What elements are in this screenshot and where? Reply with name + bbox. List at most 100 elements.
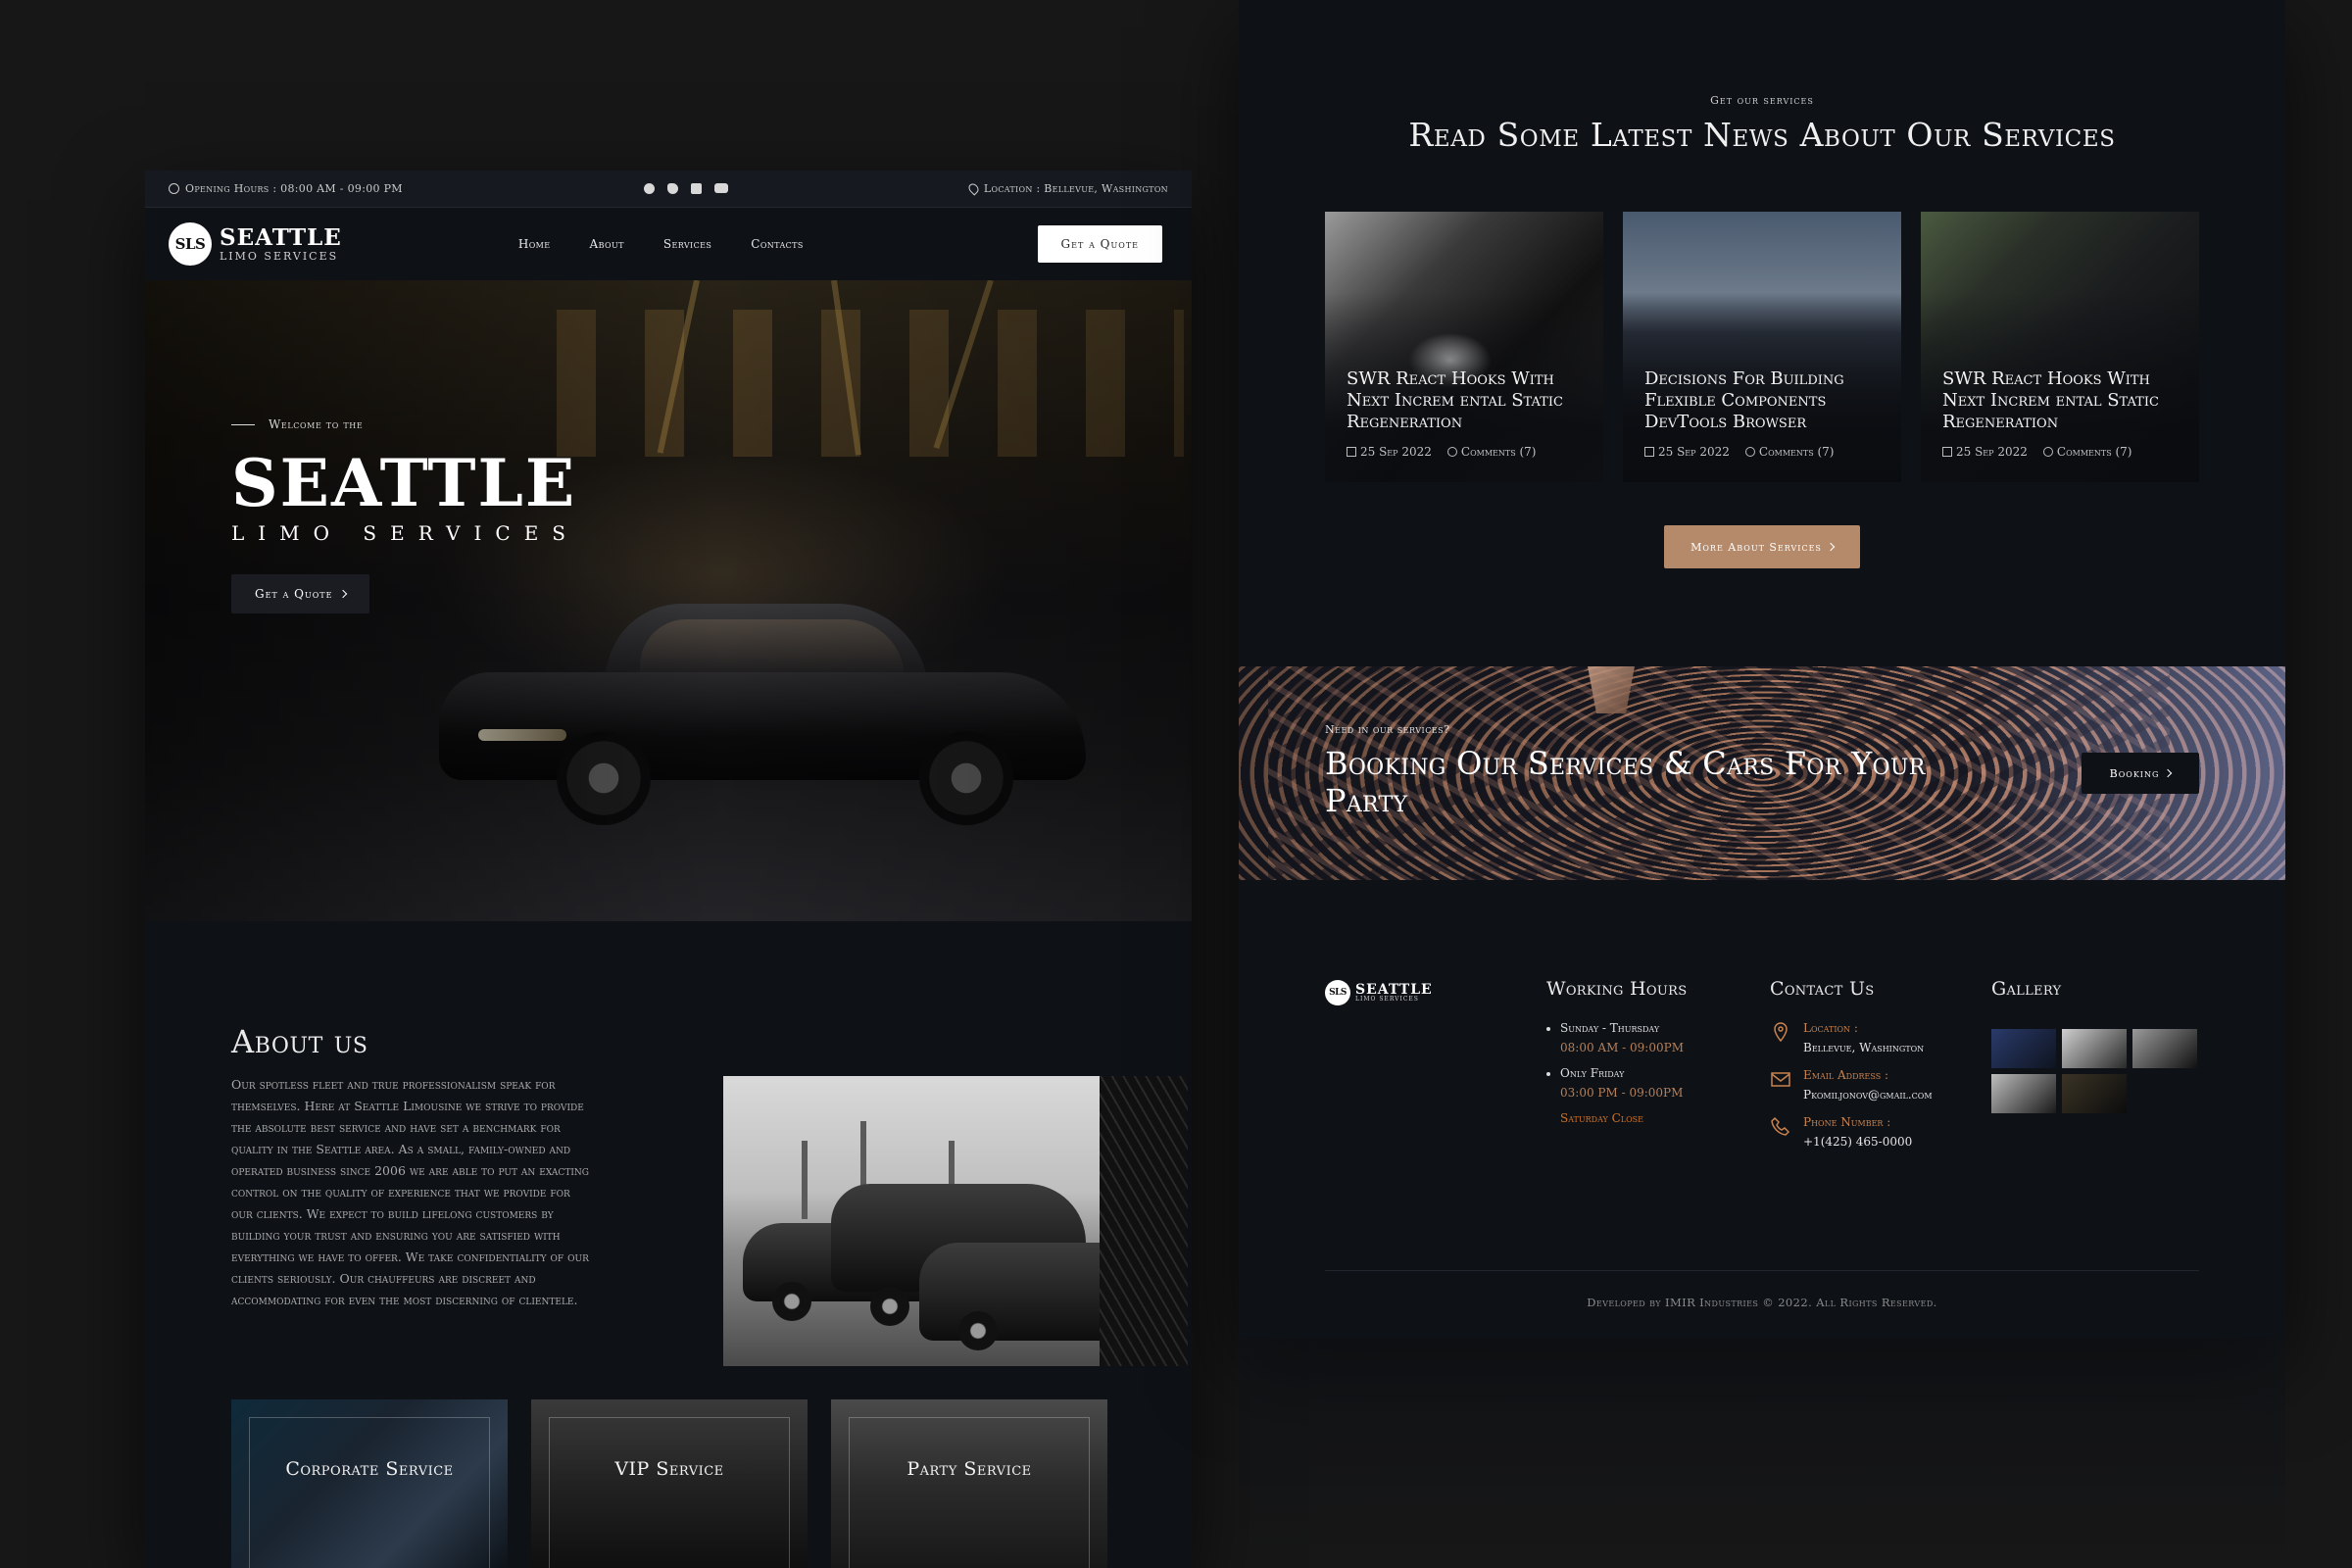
logo-mark: SLS (1325, 980, 1350, 1005)
youtube-icon[interactable] (713, 183, 728, 193)
booking-banner: Need in our services? Booking Our Servic… (1239, 666, 2285, 880)
brand-name: SEATTLE (1355, 982, 1433, 998)
contact-email: Email Address : Pkomiljonov@gmail.com (1770, 1068, 1933, 1102)
calendar-icon (1347, 447, 1356, 457)
instagram-icon[interactable] (690, 183, 702, 194)
news-card[interactable]: SWR React Hooks With Next Increm ental S… (1325, 212, 1603, 482)
nav-contacts[interactable]: Contacts (751, 237, 804, 251)
hero-welcome-text: Welcome to the (269, 417, 364, 431)
booking-title: Booking Our Services & Cars For Your Par… (1325, 745, 1926, 819)
gallery-heading: Gallery (1991, 978, 2062, 1000)
twitter-icon[interactable] (666, 183, 678, 194)
contact-label: Location : (1803, 1021, 1858, 1035)
news-card-comments[interactable]: Comments (7) (1446, 445, 1536, 459)
news-card[interactable]: Decisions For Building Flexible Componen… (1623, 212, 1901, 482)
hero-quote-button[interactable]: Get a Quote (231, 574, 370, 613)
about-body: Our spotless fleet and true professional… (231, 1077, 589, 1307)
service-card-label: VIP Service (614, 1458, 724, 1480)
service-card-label: Party Service (906, 1458, 1032, 1480)
calendar-icon (1644, 447, 1654, 457)
hero-welcome: Welcome to the (231, 417, 579, 431)
nav-home[interactable]: Home (518, 237, 551, 251)
nav-services[interactable]: Services (663, 237, 711, 251)
service-cards: Corporate Service VIP Service Party Serv… (231, 1399, 1107, 1568)
service-card-label: Corporate Service (285, 1458, 454, 1480)
social-links (643, 183, 728, 194)
get-quote-button[interactable]: Get a Quote (1037, 225, 1162, 263)
news-card-date: 25 Sep 2022 (1942, 445, 2028, 459)
booking-button[interactable]: Booking (2082, 753, 2199, 794)
gallery-grid (1991, 1029, 2197, 1113)
footer-divider (1325, 1270, 2199, 1271)
contact-label: Email Address : (1803, 1068, 1889, 1082)
booking-kicker: Need in our services? (1325, 723, 1450, 736)
gallery-thumb[interactable] (2062, 1029, 2127, 1068)
news-title: Read Some Latest News About Our Services (1408, 116, 2116, 154)
news-card-title: SWR React Hooks With Next Increm ental S… (1942, 368, 2159, 432)
contact-column: Contact Us Location : Bellevue, Washingt… (1770, 978, 1933, 1162)
hero-content: Welcome to the SEATTLE LIMO SERVICES Get… (231, 417, 579, 613)
logo-mark: SLS (169, 222, 212, 266)
more-services-label: More About Services (1690, 540, 1822, 554)
mail-icon (1771, 1072, 1790, 1087)
news-cards: SWR React Hooks With Next Increm ental S… (1325, 212, 2199, 482)
hours-day: Sunday - Thursday (1560, 1021, 1660, 1035)
contact-location: Location : Bellevue, Washington (1770, 1021, 1933, 1054)
hero-quote-label: Get a Quote (255, 587, 333, 601)
about-heading: About us (231, 1023, 368, 1060)
contact-value[interactable]: Pkomiljonov@gmail.com (1803, 1088, 1933, 1102)
footer-logo[interactable]: SLS SEATTLE LIMO SERVICES (1325, 980, 1433, 1005)
more-services-button[interactable]: More About Services (1664, 525, 1860, 568)
hero-section: Welcome to the SEATTLE LIMO SERVICES Get… (145, 280, 1192, 921)
news-card-date: 25 Sep 2022 (1644, 445, 1730, 459)
brand-name: SEATTLE (220, 224, 342, 251)
nav-about[interactable]: About (590, 237, 624, 251)
comment-icon (1744, 447, 1755, 457)
contact-phone: Phone Number : +1(425) 465-0000 (1770, 1115, 1933, 1149)
phone-icon (1771, 1116, 1790, 1136)
calendar-icon (1942, 447, 1952, 457)
location-pin-icon (966, 181, 981, 196)
gallery-column: Gallery (1991, 978, 2197, 1113)
news-card[interactable]: SWR React Hooks With Next Increm ental S… (1921, 212, 2199, 482)
service-card-vip[interactable]: VIP Service (531, 1399, 808, 1568)
contact-label: Phone Number : (1803, 1115, 1891, 1129)
chevron-right-icon (2164, 768, 2173, 778)
news-card-comments[interactable]: Comments (7) (1744, 445, 1834, 459)
working-hours-heading: Working Hours (1546, 978, 1688, 1000)
facebook-icon[interactable] (643, 183, 655, 194)
news-kicker: Get our services (1710, 94, 1814, 107)
hours-item: Sunday - Thursday 08:00 AM - 09:00PM (1546, 1021, 1687, 1054)
gallery-thumb[interactable] (2062, 1074, 2127, 1113)
news-card-comments[interactable]: Comments (7) (2042, 445, 2132, 459)
hero-title: SEATTLE (231, 445, 577, 521)
brand-logo[interactable]: SLS SEATTLE LIMO SERVICES (169, 222, 342, 266)
booking-label: Booking (2109, 766, 2160, 780)
hours-time: 03:00 PM - 09:00PM (1560, 1086, 1684, 1100)
home-page-mockup: Opening Hours : 08:00 AM - 09:00 PM Loca… (145, 171, 1192, 1568)
gallery-thumb[interactable] (1991, 1074, 2056, 1113)
brand-tagline: LIMO SERVICES (220, 250, 339, 263)
services-page-mockup: Get our services Read Some Latest News A… (1239, 0, 2285, 1568)
service-card-corporate[interactable]: Corporate Service (231, 1399, 508, 1568)
chevron-right-icon (339, 589, 348, 599)
contact-value[interactable]: +1(425) 465-0000 (1803, 1135, 1912, 1149)
working-hours-column: Working Hours Sunday - Thursday 08:00 AM… (1546, 978, 1687, 1125)
chevron-right-icon (1826, 542, 1836, 552)
gallery-thumb[interactable] (1991, 1029, 2056, 1068)
contact-heading: Contact Us (1770, 978, 1875, 1000)
opening-hours: Opening Hours : 08:00 AM - 09:00 PM (169, 182, 403, 195)
news-card-title: SWR React Hooks With Next Increm ental S… (1347, 368, 1563, 432)
service-card-party[interactable]: Party Service (831, 1399, 1107, 1568)
contact-value: Bellevue, Washington (1803, 1041, 1925, 1054)
location-text: Location : Bellevue, Washington (983, 182, 1168, 195)
comment-icon (2042, 447, 2053, 457)
comment-icon (1446, 447, 1457, 457)
location-pin-icon (1774, 1022, 1788, 1043)
gallery-thumb[interactable] (2132, 1029, 2197, 1068)
closed-day: Saturday Close (1560, 1111, 1643, 1125)
hours-day: Only Friday (1560, 1066, 1625, 1080)
news-card-date: 25 Sep 2022 (1347, 445, 1432, 459)
about-section: About us Our spotless fleet and true pro… (231, 1023, 1188, 1366)
fleet-image (723, 1076, 1188, 1366)
